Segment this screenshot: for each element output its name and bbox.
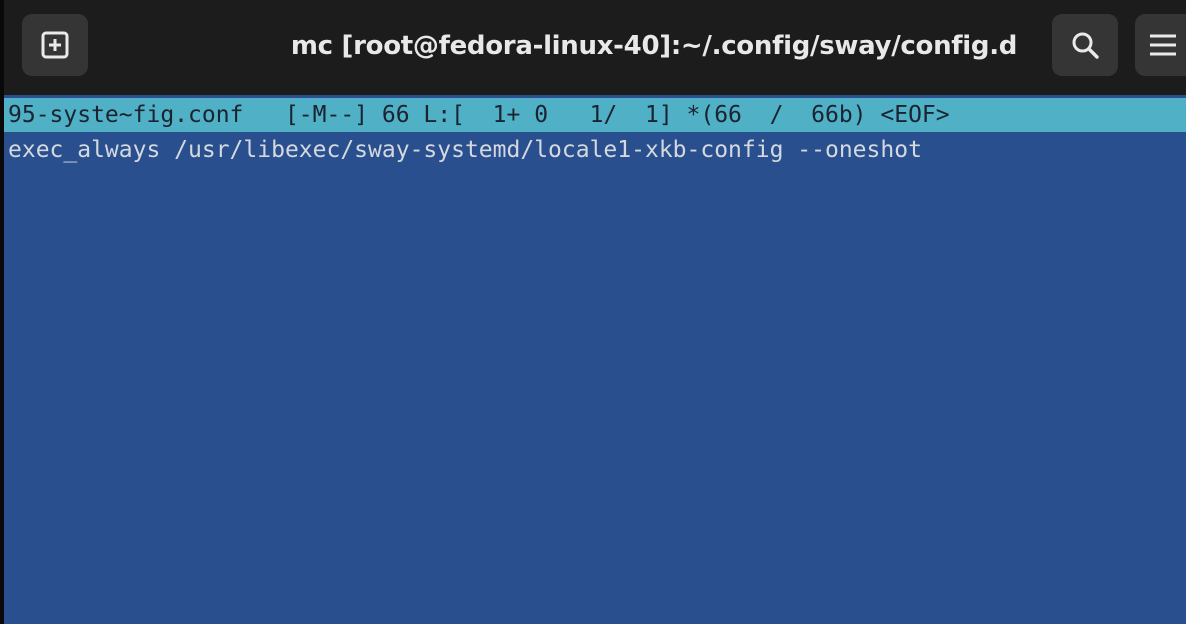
main-menu-button[interactable] [1135,14,1186,76]
header-bar: mc [root@fedora-linux-40]:~/.config/sway… [0,0,1186,95]
window-title: mc [root@fedora-linux-40]:~/.config/sway… [290,31,1018,61]
search-button[interactable] [1052,14,1118,76]
mcedit-terminal[interactable]: 95-syste~fig.conf [-M--] 66 L:[ 1+ 0 1/ … [0,95,1186,624]
search-icon [1072,32,1099,59]
editor-text-line[interactable]: exec_always /usr/libexec/sway-systemd/lo… [8,133,922,167]
new-tab-button[interactable] [22,14,88,76]
terminal-window: mc [root@fedora-linux-40]:~/.config/sway… [0,0,1186,624]
editor-status-bar: 95-syste~fig.conf [-M--] 66 L:[ 1+ 0 1/ … [4,98,1186,132]
hamburger-menu-icon [1150,34,1176,56]
new-tab-icon [41,31,69,59]
